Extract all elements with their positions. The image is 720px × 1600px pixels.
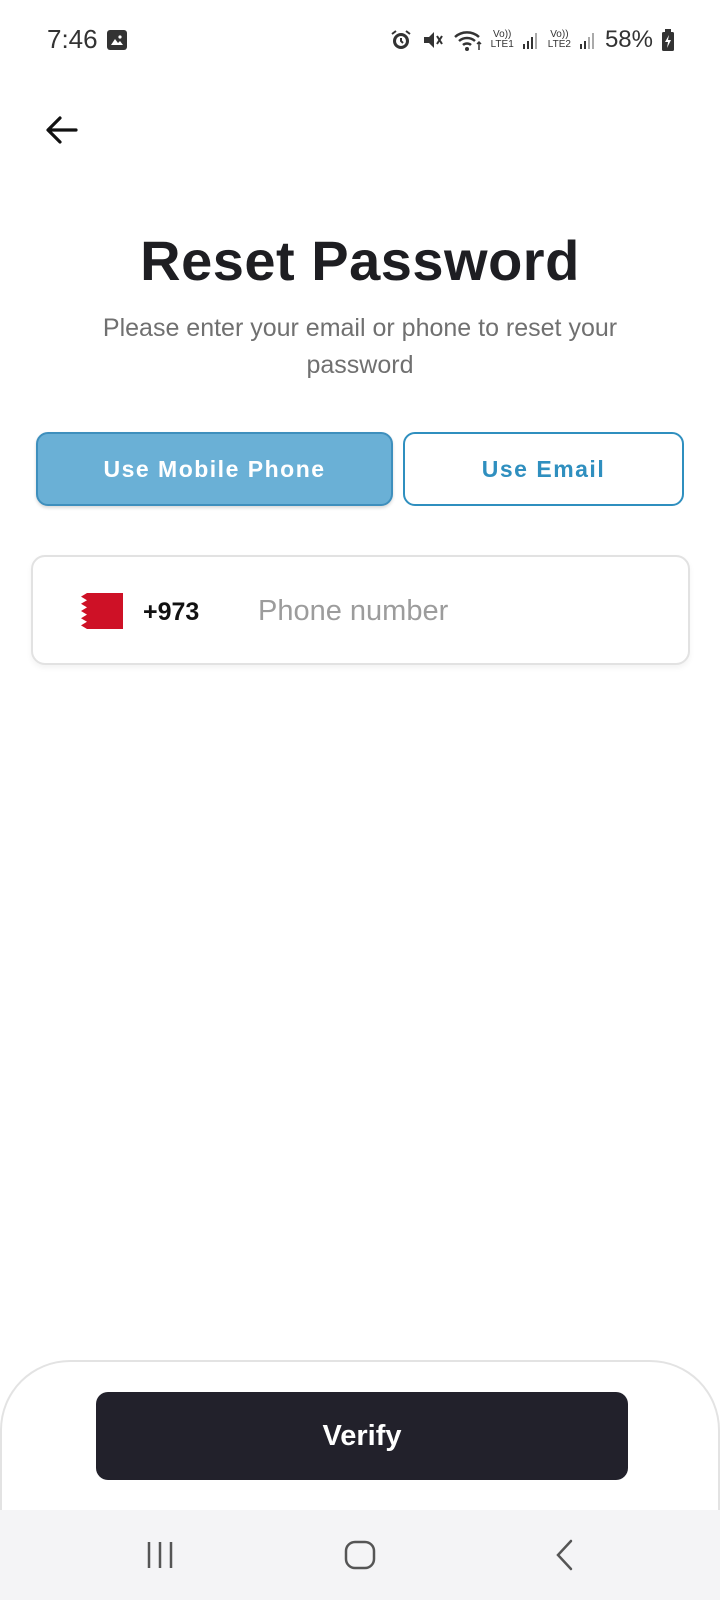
use-mobile-phone-button[interactable]: Use Mobile Phone [36,432,393,506]
arrow-left-icon [46,116,78,144]
gallery-icon [107,30,127,50]
phone-number-input[interactable] [258,583,658,639]
back-button[interactable] [40,108,84,152]
system-back-button[interactable] [535,1530,595,1580]
volte-lte2: Vo)) LTE2 [548,30,571,50]
country-dial-code[interactable]: +973 [143,598,199,627]
verify-button[interactable]: Verify [96,1392,628,1480]
battery-icon [661,28,675,52]
signal-icon [579,30,597,50]
wifi-icon [453,28,483,52]
reset-method-toggle: Use Mobile Phone Use Email [36,432,684,506]
page-title: Reset Password [140,229,580,292]
status-icons: Vo)) LTE1 Vo)) LTE2 58% [389,26,675,54]
bahrain-flag-icon[interactable] [75,593,123,629]
signal-icon [522,30,540,50]
recent-apps-button[interactable] [130,1530,190,1580]
lte1-label: LTE1 [490,39,514,50]
status-bar: 7:46 Vo)) LTE1 Vo)) LTE2 58% [0,0,720,80]
system-navigation-bar [0,1510,720,1600]
reset-password-screen: 7:46 Vo)) LTE1 Vo)) LTE2 58% Reset Passw… [0,0,720,1600]
home-icon [344,1540,376,1570]
page-subtitle: Please enter your email or phone to rese… [102,314,618,379]
volte-lte1: Vo)) LTE1 [491,30,514,50]
chevron-left-icon [556,1539,573,1571]
status-time: 7:46 [47,24,98,54]
phone-input-card: +973 [31,555,690,665]
lte2-label: LTE2 [547,39,571,50]
battery-level: 58% [604,26,653,53]
recent-apps-icon [147,1542,173,1568]
alarm-icon [389,28,413,52]
home-button[interactable] [330,1530,390,1580]
bottom-action-sheet: Verify [0,1360,720,1510]
use-email-button[interactable]: Use Email [403,432,684,506]
mute-icon [421,28,445,52]
